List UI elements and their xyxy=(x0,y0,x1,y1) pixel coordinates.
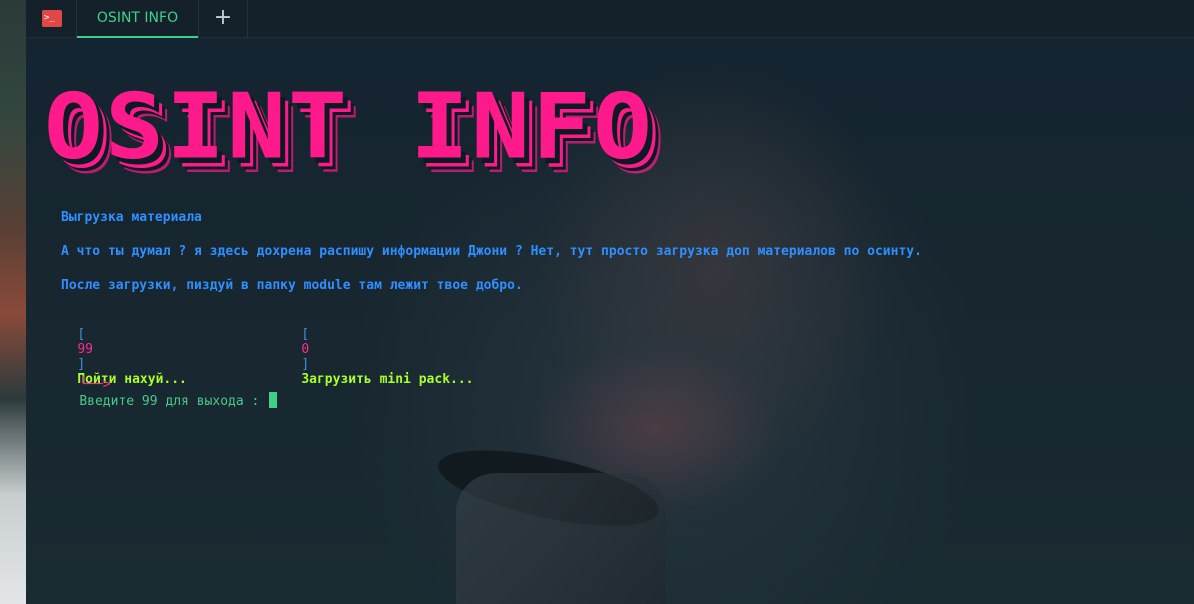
desktop-background-strip xyxy=(0,0,26,604)
terminal-tab-bar: >_ OSINT INFO + xyxy=(26,0,1194,38)
option-number: 0 xyxy=(301,342,310,357)
menu-option-download-mini-pack[interactable]: [ 0 ] Загрузить mini pack... xyxy=(270,312,474,402)
option-bracket-open: [ xyxy=(301,327,310,342)
terminal-app-icon[interactable]: >_ xyxy=(42,10,62,27)
info-line-1: Выгрузка материала xyxy=(61,210,202,225)
prompt-text: Введите 99 для выхода : xyxy=(79,394,260,409)
option-bracket-open: [ xyxy=(77,327,86,342)
option-bracket-close: ] xyxy=(301,357,310,372)
terminal-output[interactable]: OSINT INFO Выгрузка материала А что ты д… xyxy=(26,38,1194,604)
tab-osint-info[interactable]: OSINT INFO xyxy=(76,0,199,38)
prompt-arrow: └──> xyxy=(79,377,111,392)
new-tab-plus-icon[interactable]: + xyxy=(199,0,248,38)
ascii-banner-title: OSINT INFO xyxy=(44,74,655,180)
option-label: Загрузить mini pack... xyxy=(301,372,474,387)
info-line-2: А что ты думал ? я здесь дохрена распишу… xyxy=(61,244,922,259)
input-prompt[interactable]: └──> Введите 99 для выхода : xyxy=(48,362,278,424)
background-photo-mug xyxy=(456,473,666,604)
info-line-3: После загрузки, пиздуй в папку module та… xyxy=(61,278,523,293)
text-cursor[interactable] xyxy=(269,392,278,408)
option-number: 99 xyxy=(77,342,93,357)
